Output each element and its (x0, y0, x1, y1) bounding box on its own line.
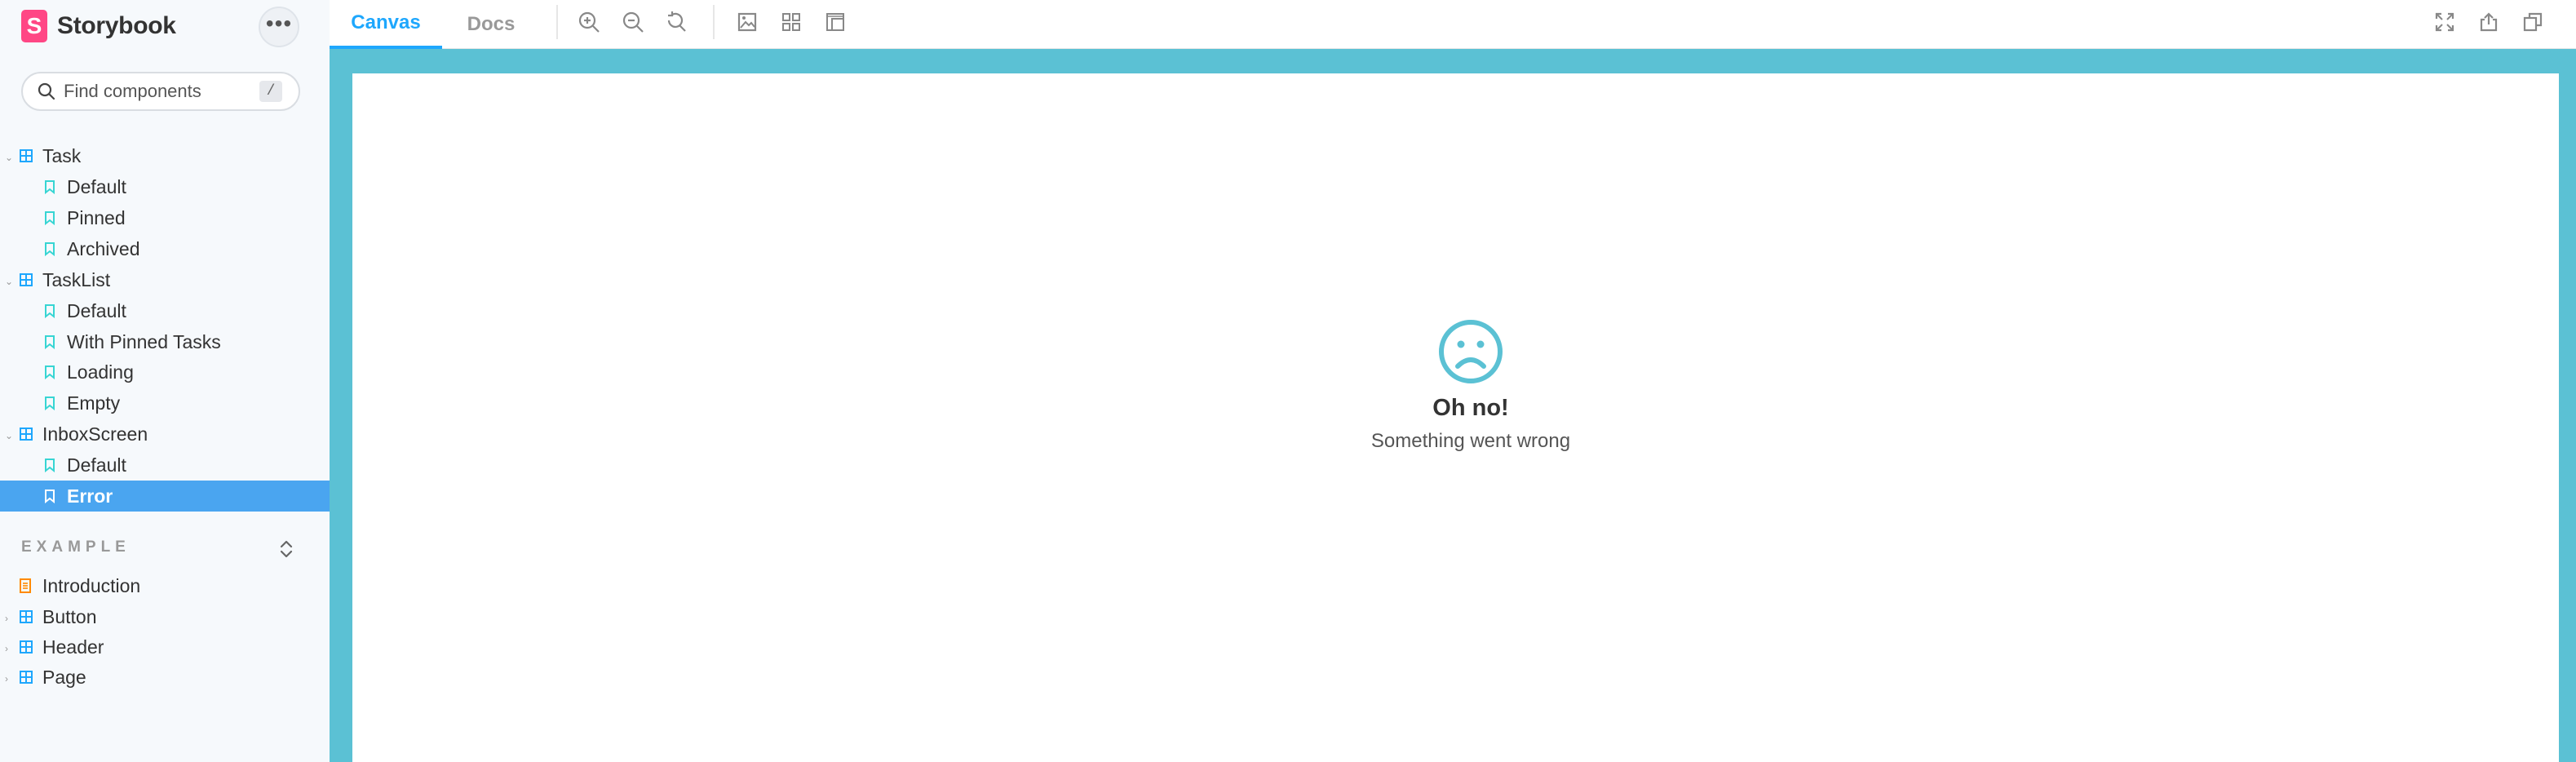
tree-component-button[interactable]: › Button (0, 601, 330, 632)
tree-label: Default (67, 175, 126, 197)
tree-story-tasklist-empty[interactable]: Empty (0, 388, 330, 419)
tree-story-inboxscreen-error[interactable]: Error (0, 481, 330, 512)
tree-label: Loading (67, 361, 134, 383)
tree-label: Header (42, 636, 104, 658)
tree-label: Page (42, 666, 86, 688)
component-icon (20, 149, 33, 162)
bookmark-icon (45, 211, 55, 225)
tree-label: Button (42, 605, 97, 627)
brand-name: Storybook (57, 12, 176, 39)
component-icon (20, 671, 33, 684)
search-input[interactable] (64, 73, 259, 109)
tree-component-tasklist[interactable]: ⌄ TaskList (0, 264, 330, 295)
chevron-right-icon: › (5, 613, 8, 624)
search-box[interactable]: / (21, 72, 300, 111)
component-icon (20, 428, 33, 441)
bookmark-icon (45, 459, 55, 472)
component-icon (20, 640, 33, 653)
tree-label: InboxScreen (42, 423, 148, 445)
toolbar-divider (713, 5, 715, 39)
chevron-down-icon: ⌄ (5, 430, 14, 441)
search-shortcut-key: / (259, 81, 282, 102)
sad-face-icon (1439, 320, 1503, 383)
canvas-preview: Oh no! Something went wrong (352, 73, 2559, 762)
tree-story-task-default[interactable]: Default (0, 171, 330, 202)
error-title: Oh no! (1432, 395, 1509, 421)
component-icon (20, 610, 33, 623)
document-icon (20, 578, 31, 593)
tree-label: Archived (67, 237, 140, 259)
tree-label: Pinned (67, 206, 126, 228)
tree-label: Default (67, 454, 126, 476)
tree-story-tasklist-default[interactable]: Default (0, 295, 330, 326)
error-state: Oh no! Something went wrong (1340, 318, 1601, 453)
bookmark-icon (45, 397, 55, 410)
tree-label: Task (42, 144, 82, 166)
background-icon[interactable] (735, 10, 759, 34)
tree-story-task-pinned[interactable]: Pinned (0, 202, 330, 233)
toolbar-divider (556, 5, 558, 39)
tree-component-header[interactable]: › Header (0, 631, 330, 662)
chevron-down-icon: ⌄ (5, 276, 14, 287)
bookmark-icon (45, 180, 55, 194)
tree-label: Empty (67, 392, 121, 414)
tree-story-inboxscreen-default[interactable]: Default (0, 450, 330, 481)
expand-collapse-icon[interactable] (277, 538, 295, 560)
canvas-frame: Oh no! Something went wrong (330, 49, 2576, 762)
tab-canvas[interactable]: Canvas (330, 0, 442, 49)
tree-component-task[interactable]: ⌄ Task (0, 140, 330, 171)
tree-story-tasklist-loading[interactable]: Loading (0, 357, 330, 388)
measure-icon[interactable] (823, 10, 848, 34)
chevron-right-icon: › (5, 673, 8, 684)
bookmark-icon (45, 242, 55, 256)
tree-label: Error (67, 485, 113, 507)
bookmark-icon (45, 335, 55, 349)
more-options-button[interactable]: ••• (259, 7, 299, 47)
tab-docs[interactable]: Docs (442, 0, 540, 49)
grid-icon[interactable] (779, 10, 803, 34)
tree-label: Introduction (42, 574, 141, 596)
chevron-down-icon: ⌄ (5, 152, 14, 163)
search-icon (38, 82, 55, 100)
zoom-out-icon[interactable] (621, 10, 645, 34)
bookmark-icon (45, 365, 55, 379)
tree-component-inboxscreen[interactable]: ⌄ InboxScreen (0, 419, 330, 450)
fullscreen-icon[interactable] (2432, 10, 2457, 34)
ellipsis-icon: ••• (265, 11, 293, 36)
component-icon (20, 273, 33, 286)
section-header-example: EXAMPLE (21, 538, 131, 556)
zoom-reset-icon[interactable] (664, 10, 688, 34)
error-subtitle: Something went wrong (1370, 430, 1571, 452)
tree-docs-introduction[interactable]: Introduction (0, 570, 330, 601)
toolbar: Canvas Docs (330, 0, 2576, 49)
zoom-in-icon[interactable] (577, 10, 601, 34)
tree-component-page[interactable]: › Page (0, 662, 330, 693)
share-icon[interactable] (2476, 10, 2501, 34)
bookmark-icon (45, 490, 55, 503)
tree-story-tasklist-with-pinned-tasks[interactable]: With Pinned Tasks (0, 326, 330, 357)
bookmark-icon (45, 304, 55, 318)
tree-label: Default (67, 299, 126, 321)
tree-story-task-archived[interactable]: Archived (0, 233, 330, 264)
tree-label: With Pinned Tasks (67, 330, 221, 352)
sidebar: S Storybook ••• / ⌄ Task Default Pinned … (0, 0, 330, 762)
copy-link-icon[interactable] (2521, 10, 2545, 34)
tree-label: TaskList (42, 268, 111, 290)
chevron-right-icon: › (5, 643, 8, 654)
brand[interactable]: S Storybook (21, 10, 176, 42)
storybook-logo-icon: S (21, 10, 47, 42)
